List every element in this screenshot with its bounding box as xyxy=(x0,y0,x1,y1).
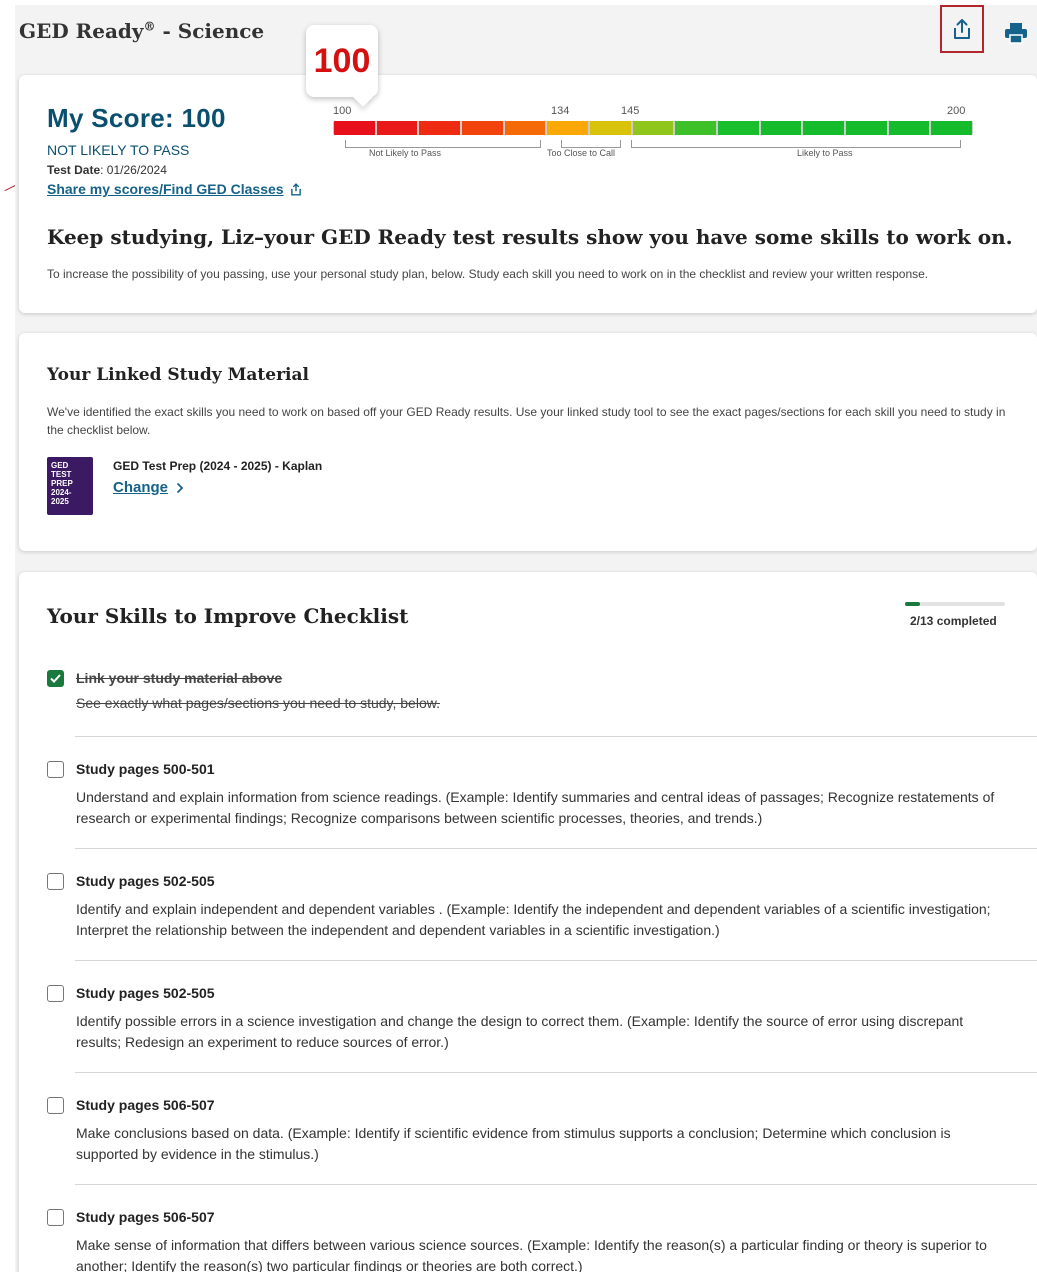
gauge-bracket xyxy=(345,140,541,148)
book-title: GED Test Prep (2024 - 2025) - Kaplan xyxy=(113,459,323,473)
checklist-item-description: Identify and explain independent and dep… xyxy=(76,901,991,938)
gauge-segment xyxy=(376,121,418,135)
gauge-segment xyxy=(504,121,546,135)
page: GED Ready® - Science My Score: 100 NOT L… xyxy=(15,5,1037,1272)
study-material-card: Your Linked Study Material We've identif… xyxy=(19,333,1037,551)
divider xyxy=(75,960,1037,961)
gauge-segment xyxy=(462,121,503,135)
checklist-item-title: Study pages 502-505 xyxy=(76,873,215,889)
pass-status: NOT LIKELY TO PASS xyxy=(47,142,190,158)
gauge-segment xyxy=(419,121,461,135)
checklist-item-title: Link your study material above xyxy=(76,670,283,686)
score-gauge: 100 134 145 200 Not Likely to Pass Too C… xyxy=(333,105,973,165)
checklist-item-title: Study pages 506-507 xyxy=(76,1209,215,1225)
share-icon xyxy=(290,182,301,196)
gauge-bracket xyxy=(561,140,621,148)
share-icon xyxy=(954,19,970,39)
gauge-range-likely: Likely to Pass xyxy=(797,148,853,158)
gauge-range-not-likely: Not Likely to Pass xyxy=(369,148,442,158)
checklist-checkbox[interactable] xyxy=(47,1097,64,1114)
results-subtext: To increase the possibility of you passi… xyxy=(47,267,929,281)
gauge-segment xyxy=(888,121,930,135)
gauge-tick-min: 100 xyxy=(333,105,352,117)
printer-icon xyxy=(1005,23,1027,44)
checklist-item-description: Identify possible errors in a science in… xyxy=(76,1013,964,1050)
test-date: Test Date: 01/26/2024 xyxy=(47,163,167,177)
page-header: GED Ready® - Science xyxy=(15,5,1037,65)
gauge-segment xyxy=(760,121,802,135)
progress-track xyxy=(905,602,1005,606)
gauge-segment xyxy=(931,121,973,135)
study-material-description: We've identified the exact skills you ne… xyxy=(47,405,1006,437)
checklist-title: Your Skills to Improve Checklist xyxy=(47,604,409,628)
gauge-bracket xyxy=(631,140,961,148)
gauge-segment xyxy=(590,121,631,135)
progress-label: 2/13 completed xyxy=(910,614,997,628)
gauge-segment xyxy=(803,121,845,135)
change-study-material-link[interactable]: Change xyxy=(113,479,184,496)
gauge-tick-134: 134 xyxy=(551,105,570,117)
share-scores-link[interactable]: Share my scores/Find GED Classes xyxy=(47,181,302,197)
gauge-segment xyxy=(547,121,589,135)
checklist-item-title: Study pages 506-507 xyxy=(76,1097,215,1113)
checklist-item-title: Study pages 502-505 xyxy=(76,985,215,1001)
checklist-item-description: See exactly what pages/sections you need… xyxy=(76,695,440,711)
gauge-segment xyxy=(846,121,887,135)
divider xyxy=(75,736,1037,737)
checklist-checkbox[interactable] xyxy=(47,761,64,778)
checklist-item-description: Make conclusions based on data. (Example… xyxy=(76,1125,951,1162)
score-card: My Score: 100 NOT LIKELY TO PASS Test Da… xyxy=(19,75,1037,313)
gauge-segment xyxy=(334,121,375,135)
checklist-progress: 2/13 completed xyxy=(905,602,1005,628)
skills-checklist-card: Your Skills to Improve Checklist 2/13 co… xyxy=(19,572,1037,1272)
checkmark-icon xyxy=(50,674,61,683)
gauge-range-too-close: Too Close to Call xyxy=(547,148,616,158)
divider xyxy=(75,848,1037,849)
score-bubble: 100 xyxy=(306,25,378,97)
gauge-segment xyxy=(675,121,717,135)
study-material-title: Your Linked Study Material xyxy=(47,365,309,385)
gauge-tick-max: 200 xyxy=(947,105,966,117)
chevron-right-icon xyxy=(176,482,184,493)
page-title: GED Ready® - Science xyxy=(19,19,265,43)
gauge-segment xyxy=(632,121,674,135)
checklist-checkbox[interactable] xyxy=(47,873,64,890)
share-button[interactable] xyxy=(940,5,984,53)
book-cover-image: GED TEST PREP 2024-2025 xyxy=(47,457,93,515)
checklist-item-description: Understand and explain information from … xyxy=(76,789,995,826)
checklist-checkbox[interactable] xyxy=(47,670,64,687)
results-headline: Keep studying, Liz–your GED Ready test r… xyxy=(47,225,1013,249)
checklist-item-description: Make sense of information that differs b… xyxy=(76,1237,987,1272)
checklist-checkbox[interactable] xyxy=(47,985,64,1002)
gauge-tick-145: 145 xyxy=(621,105,640,117)
divider xyxy=(75,1072,1037,1073)
divider xyxy=(75,1184,1037,1185)
my-score-heading: My Score: 100 xyxy=(47,103,226,133)
checklist-item-title: Study pages 500-501 xyxy=(76,761,215,777)
progress-fill xyxy=(905,602,921,606)
print-button[interactable] xyxy=(1003,20,1029,46)
gauge-bar xyxy=(333,121,973,135)
gauge-segment xyxy=(718,121,759,135)
checklist-checkbox[interactable] xyxy=(47,1209,64,1226)
